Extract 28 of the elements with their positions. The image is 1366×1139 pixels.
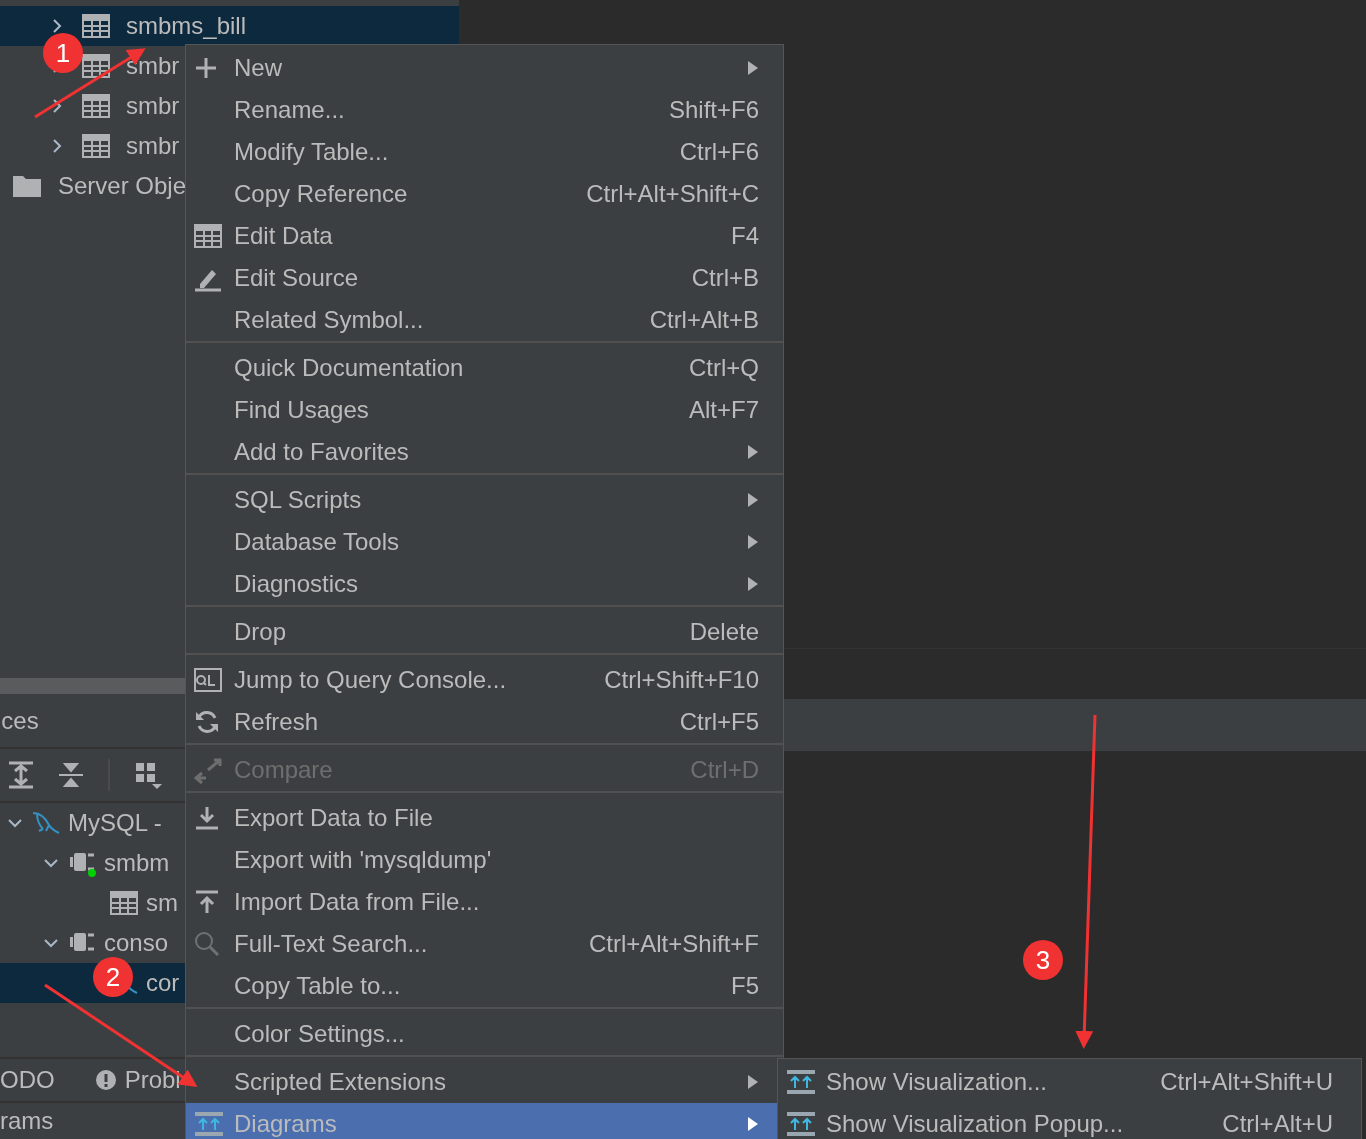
shortcut-label: Ctrl+Shift+F10: [604, 665, 759, 695]
shortcut-label: Ctrl+Alt+Shift+U: [1160, 1067, 1333, 1097]
tree-label: sm: [146, 888, 178, 918]
shortcut-label: Ctrl+Alt+Shift+C: [586, 179, 759, 209]
shortcut-label: Ctrl+F6: [679, 137, 759, 167]
tree-label: cor: [146, 968, 180, 998]
shortcut-label: F4: [731, 221, 759, 251]
tree-label: Server Obje: [58, 171, 187, 201]
tree-label: MySQL -: [68, 808, 162, 838]
shortcut-label: F5: [731, 971, 759, 1001]
shortcut-label: Ctrl+F5: [679, 707, 759, 737]
shortcut-label: Shift+F6: [668, 95, 759, 125]
shortcut-label: Ctrl+Alt+B: [649, 305, 759, 335]
tool-window-label: rams: [0, 1106, 54, 1136]
tree-label: smbr: [126, 91, 180, 121]
shortcut-label: Alt+F7: [688, 395, 759, 425]
tree-label: smbm: [104, 848, 170, 878]
annotation-number: 3: [1023, 940, 1063, 980]
shortcut-label: Ctrl+Alt+Shift+F: [588, 929, 759, 959]
tree-label: conso: [104, 928, 169, 958]
panel-title: ices: [0, 706, 39, 736]
shortcut-label: Ctrl+B: [691, 263, 759, 293]
tree-label: smbms_bill: [126, 11, 247, 41]
shortcut-label: Ctrl+Q: [689, 353, 759, 383]
tree-label: smbr: [126, 51, 180, 81]
shortcut-label: Ctrl+Alt+U: [1222, 1109, 1333, 1139]
shortcut-label: Delete: [689, 617, 759, 647]
tree-label: smbr: [126, 131, 180, 161]
